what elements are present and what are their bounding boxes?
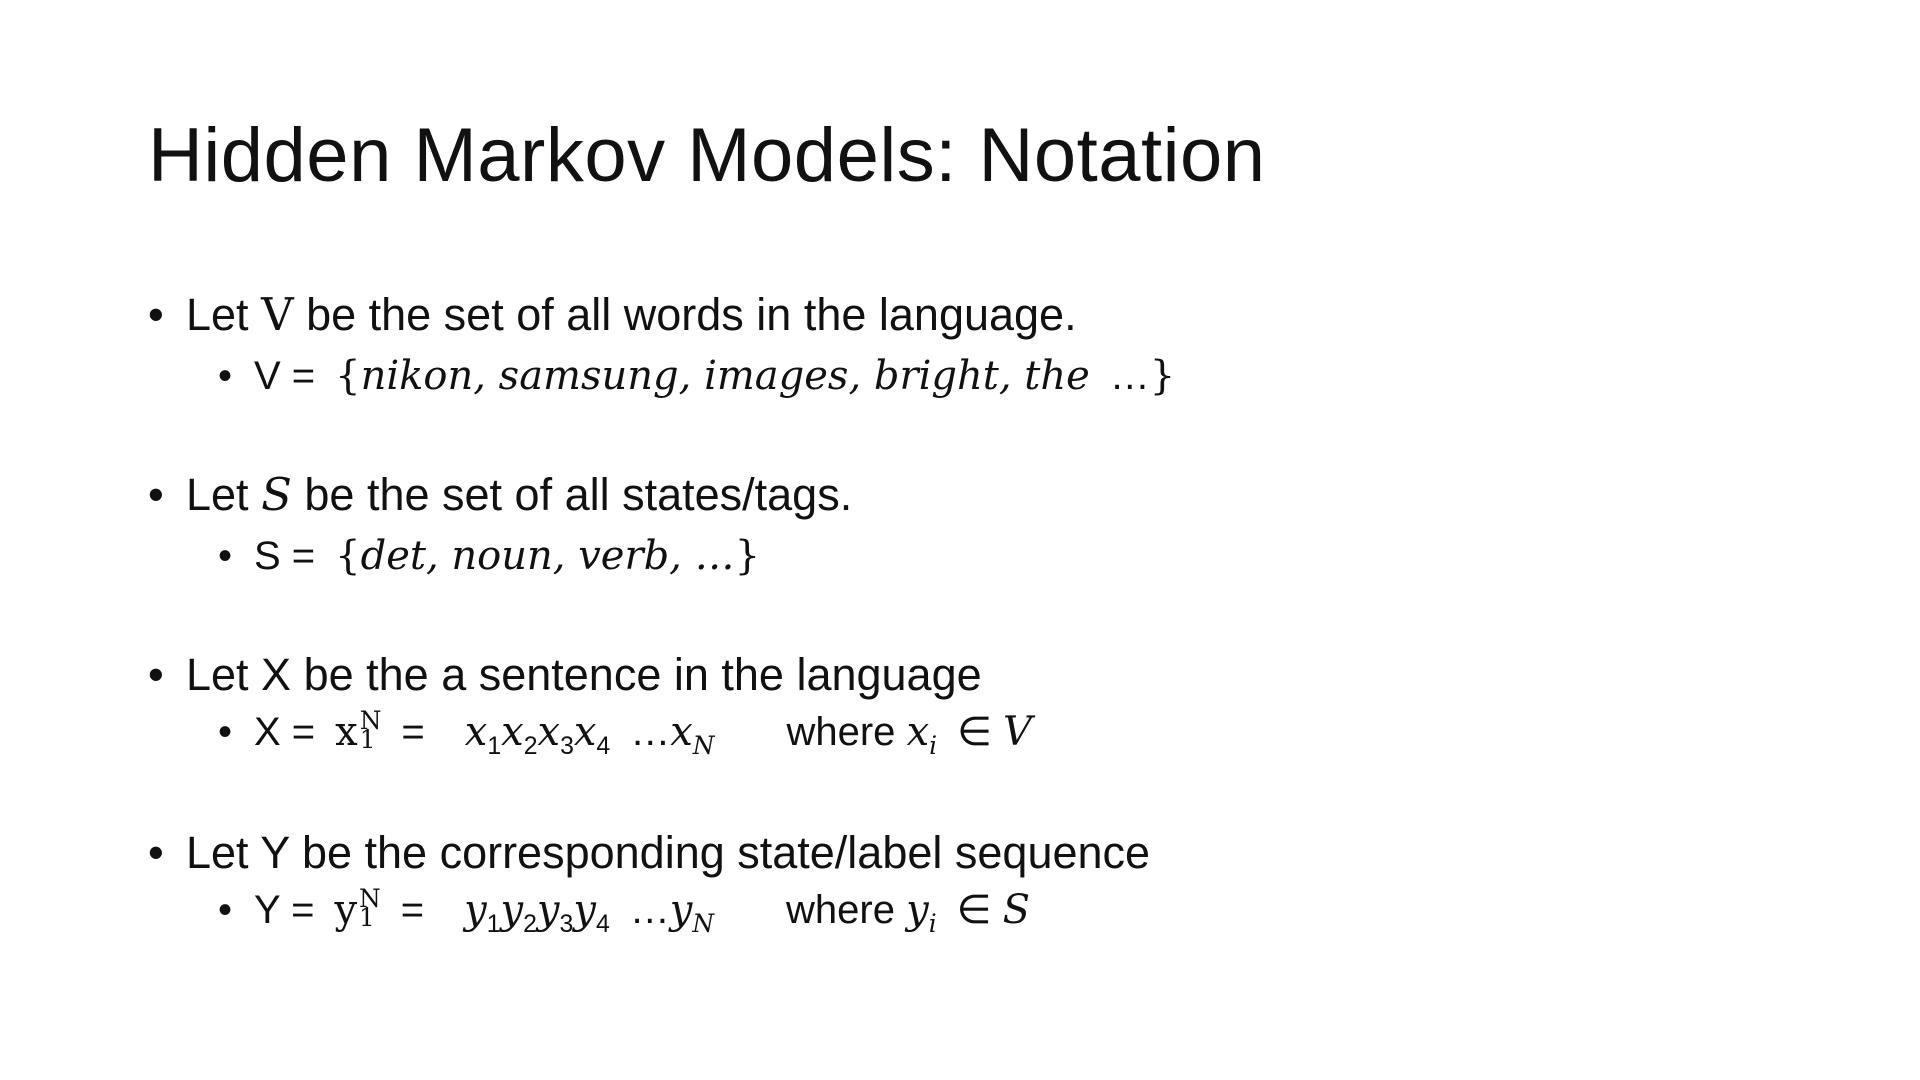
bullet-text: Let Y be the corresponding state/label s… [186, 827, 1151, 878]
bullet-vocabulary: • Let V be the set of all words in the la… [148, 292, 1077, 337]
seq-sub: 1 [487, 733, 502, 760]
set-symbol: V [1003, 709, 1032, 755]
math-symbol: S [261, 468, 292, 521]
seq-var: x [573, 709, 597, 755]
set-open-brace: { [335, 533, 361, 579]
sub-bullet-label-sequence: • Y = y N 1 = y1y2y3y4 …yN where yi ∈ S [218, 883, 1031, 938]
sub-bullet-vocabulary: • V = {nikon, samsung, images, bright, the… [218, 356, 1175, 396]
set-open-brace: { [335, 353, 361, 399]
seq-var: y [464, 887, 487, 933]
seq-var: x [670, 709, 693, 755]
equals: = [400, 888, 425, 932]
bullet-text: Let [186, 469, 262, 520]
slide-title: Hidden Markov Models: Notation [148, 113, 1266, 198]
seq-ellipsis: … [629, 888, 670, 932]
set-content: det, noun, verb, … [360, 533, 735, 579]
seq-sub: N [692, 731, 715, 760]
where-var: y [906, 887, 929, 933]
where-sub: i [928, 909, 937, 938]
seq-sub: 4 [596, 733, 611, 760]
bullet-dot: • [148, 469, 164, 520]
equals: = [401, 710, 425, 754]
bullet-dot: • [148, 649, 164, 700]
sub-bullet-dot: • [218, 888, 233, 932]
sequence-var: y [334, 887, 358, 933]
seq-sub: 1 [486, 911, 501, 938]
seq-sub: 2 [523, 911, 537, 938]
where-label: where [786, 888, 895, 932]
sup-sub: N1 [359, 705, 382, 755]
set-close-brace: } [1149, 353, 1176, 399]
seq-sub: 3 [560, 733, 574, 760]
element-of: ∈ [957, 710, 992, 754]
seq-var: y [573, 887, 596, 933]
math-lhs: Y = [254, 888, 315, 932]
sub-bullet-states: • S = {det, noun, verb, …} [218, 536, 760, 576]
sub-bullet-sentence: • X = x N 1 = x1x2x3x4 …xN where xi ∈ V [218, 705, 1032, 760]
seq-sub: 3 [559, 911, 574, 938]
bullet-label-sequence: • Let Y be the corresponding state/label … [148, 830, 1150, 875]
math-lhs: V = [254, 354, 316, 398]
seq-var: x [501, 709, 524, 755]
sub-bullet-dot: • [218, 710, 233, 754]
bullet-dot: • [148, 289, 164, 340]
bullet-text: be the set of all words in the language. [293, 289, 1077, 340]
set-ellipsis: … [1109, 354, 1150, 398]
math-lhs: S = [254, 534, 316, 578]
math-lhs: X = [254, 710, 316, 754]
bullet-sentence: • Let X be the a sentence in the language [148, 652, 982, 697]
seq-var: y [669, 887, 693, 933]
set-content: nikon, samsung, images, bright, the [360, 353, 1090, 399]
sub-bullet-dot: • [218, 354, 233, 398]
sub-bullet-dot: • [218, 534, 233, 578]
seq-sub: N [692, 909, 715, 938]
slide: Hidden Markov Models: Notation • Let V be… [0, 0, 1920, 1080]
bullet-dot: • [148, 827, 164, 878]
seq-var: y [500, 887, 524, 933]
where-label: where [786, 710, 896, 754]
math-symbol: V [261, 288, 294, 341]
seq-sub: 4 [595, 911, 610, 938]
set-close-brace: } [734, 533, 761, 579]
seq-sub: 2 [523, 733, 538, 760]
where-sub: i [929, 731, 938, 760]
element-of: ∈ [956, 888, 992, 932]
bullet-text: Let X be the a sentence in the language [186, 649, 982, 700]
bullet-text: be the set of all states/tags. [291, 469, 853, 520]
sequence-var: x [335, 709, 358, 755]
set-symbol: S [1002, 887, 1031, 933]
seq-ellipsis: … [630, 710, 671, 754]
seq-var: x [464, 709, 488, 755]
sup-sub: N1 [359, 883, 381, 933]
bullet-states: • Let S be the set of all states/tags. [148, 472, 852, 517]
seq-var: x [537, 709, 561, 755]
where-var: x [906, 709, 930, 755]
bullet-text: Let [186, 289, 262, 340]
seq-var: y [536, 887, 560, 933]
